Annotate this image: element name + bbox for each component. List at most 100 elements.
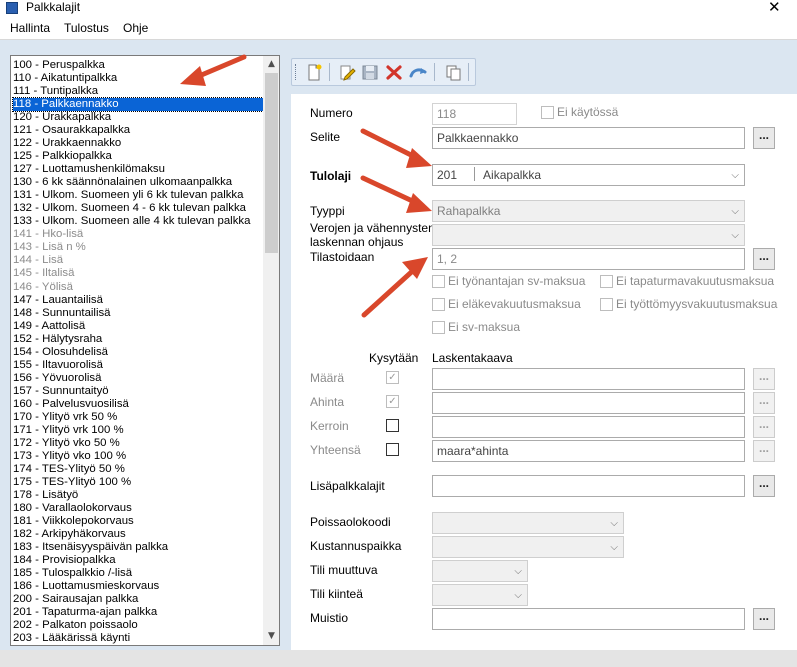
- list-item[interactable]: 201 - Tapaturma-ajan palkka: [13, 606, 263, 619]
- tyonantajan-sv-checkbox[interactable]: [432, 275, 445, 288]
- list-item[interactable]: 170 - Ylityö vrk 50 %: [13, 411, 263, 424]
- ahinta-ellipsis-button[interactable]: ...: [753, 392, 775, 414]
- maara-ellipsis-button[interactable]: ...: [753, 368, 775, 390]
- palkkalaji-list[interactable]: 100 - Peruspalkka 110 - Aikatuntipalkka 11…: [10, 55, 280, 646]
- new-document-icon[interactable]: [304, 63, 324, 82]
- sv-maksu-checkbox[interactable]: [432, 321, 445, 334]
- save-icon[interactable]: [360, 63, 380, 82]
- list-item[interactable]: 172 - Ylityö vko 50 %: [13, 437, 263, 450]
- list-item[interactable]: 130 - 6 kk säännönalainen ulkomaanpalkka: [13, 176, 263, 189]
- list-item[interactable]: 145 - Iltalisä: [13, 267, 263, 280]
- app-icon: [6, 2, 18, 14]
- poissaolokoodi-dropdown[interactable]: ⌵: [432, 512, 624, 534]
- ei-kaytossa-checkbox[interactable]: [541, 106, 554, 119]
- list-item[interactable]: 173 - Ylityö vko 100 %: [13, 450, 263, 463]
- verojen-label-line1: Verojen ja vähennysten: [310, 221, 435, 235]
- maara-asked-checkbox[interactable]: ✓: [386, 371, 399, 384]
- yhteensa-ellipsis-button[interactable]: ...: [753, 440, 775, 462]
- verojen-label-line2: laskennan ohjaus: [310, 235, 404, 249]
- list-item[interactable]: 100 - Peruspalkka: [13, 59, 263, 72]
- list-item[interactable]: 111 - Tuntipalkka: [13, 85, 263, 98]
- list-item[interactable]: 133 - Ulkom. Suomeen alle 4 kk tulevan p…: [13, 215, 263, 228]
- numero-field[interactable]: 118: [432, 103, 517, 125]
- list-item[interactable]: 149 - Aattolisä: [13, 320, 263, 333]
- tili-kiintea-dropdown[interactable]: ⌵: [432, 584, 528, 606]
- list-item[interactable]: 127 - Luottamushenkilömaksu: [13, 163, 263, 176]
- list-item[interactable]: 146 - Yölisä: [13, 281, 263, 294]
- list-item[interactable]: 125 - Palkkiopalkka: [13, 150, 263, 163]
- list-item[interactable]: 156 - Yövuorolisä: [13, 372, 263, 385]
- selite-ellipsis-button[interactable]: ...: [753, 127, 775, 149]
- list-item[interactable]: 154 - Olosuhdelisä: [13, 346, 263, 359]
- scrollbar-thumb[interactable]: [265, 73, 278, 253]
- list-item[interactable]: 183 - Itsenäisyyspäivän palkka: [13, 541, 263, 554]
- edit-icon[interactable]: [337, 63, 357, 82]
- list-item[interactable]: 147 - Lauantailisä: [13, 294, 263, 307]
- tyyppi-dropdown[interactable]: Rahapalkka ⌵: [432, 200, 745, 222]
- list-item[interactable]: 175 - TES-Ylityö 100 %: [13, 476, 263, 489]
- list-item[interactable]: 144 - Lisä: [13, 254, 263, 267]
- close-icon[interactable]: ✕: [768, 0, 781, 16]
- lisapalkkalajit-field[interactable]: [432, 475, 745, 497]
- menu-hallinta[interactable]: Hallinta: [10, 21, 50, 35]
- list-item[interactable]: 148 - Sunnuntailisä: [13, 307, 263, 320]
- copy-icon[interactable]: [443, 63, 463, 82]
- yhteensa-formula-field[interactable]: maara*ahinta: [432, 440, 745, 462]
- tili-muuttuva-dropdown[interactable]: ⌵: [432, 560, 528, 582]
- title-bar: Palkkalajit ✕: [0, 0, 797, 17]
- list-item[interactable]: 178 - Lisätyö: [13, 489, 263, 502]
- delete-icon[interactable]: [384, 63, 404, 82]
- list-item[interactable]: 152 - Hälytysraha: [13, 333, 263, 346]
- list-item[interactable]: 174 - TES-Ylityö 50 %: [13, 463, 263, 476]
- list-item[interactable]: 182 - Arkipyhäkorvaus: [13, 528, 263, 541]
- list-item[interactable]: 157 - Sunnuntaityö: [13, 385, 263, 398]
- list-item[interactable]: 186 - Luottamusmieskorvaus: [13, 580, 263, 593]
- yhteensa-asked-checkbox[interactable]: [386, 443, 399, 456]
- ahinta-asked-checkbox[interactable]: ✓: [386, 395, 399, 408]
- lisapalkkalajit-ellipsis-button[interactable]: ...: [753, 475, 775, 497]
- menu-ohje[interactable]: Ohje: [123, 21, 148, 35]
- list-item[interactable]: 122 - Urakkaennakko: [13, 137, 263, 150]
- tilastoidaan-ellipsis-button[interactable]: ...: [753, 248, 775, 270]
- muistio-ellipsis-button[interactable]: ...: [753, 608, 775, 630]
- chevron-down-icon: ⌵: [731, 230, 739, 241]
- list-item[interactable]: 160 - Palvelusvuosilisä: [13, 398, 263, 411]
- list-item[interactable]: 171 - Ylityö vrk 100 %: [13, 424, 263, 437]
- list-item[interactable]: 121 - Osaurakkapalkka: [13, 124, 263, 137]
- list-item[interactable]: 143 - Lisä n %: [13, 241, 263, 254]
- list-item[interactable]: 200 - Sairausajan palkka: [13, 593, 263, 606]
- ahinta-formula-field[interactable]: [432, 392, 745, 414]
- list-item[interactable]: 181 - Viikkolepokorvaus: [13, 515, 263, 528]
- list-item[interactable]: 120 - Urakkapalkka: [13, 111, 263, 124]
- maara-formula-field[interactable]: [432, 368, 745, 390]
- muistio-field[interactable]: [432, 608, 745, 630]
- list-item[interactable]: 180 - Varallaolokorvaus: [13, 502, 263, 515]
- tyottomyys-checkbox[interactable]: [600, 298, 613, 311]
- list-item[interactable]: 184 - Provisiopalkka: [13, 554, 263, 567]
- verojen-dropdown[interactable]: ⌵: [432, 224, 745, 246]
- list-scrollbar[interactable]: ▲ ▼: [263, 56, 279, 645]
- kustannuspaikka-dropdown[interactable]: ⌵: [432, 536, 624, 558]
- elake-checkbox[interactable]: [432, 298, 445, 311]
- list-item[interactable]: 141 - Hko-lisä: [13, 228, 263, 241]
- scroll-down-icon[interactable]: ▼: [263, 628, 279, 645]
- kerroin-formula-field[interactable]: [432, 416, 745, 438]
- list-item[interactable]: 155 - Iltavuorolisä: [13, 359, 263, 372]
- selite-field[interactable]: Palkkaennakko: [432, 127, 745, 149]
- kerroin-asked-checkbox[interactable]: [386, 419, 399, 432]
- menu-tulostus[interactable]: Tulostus: [64, 21, 109, 35]
- scroll-up-icon[interactable]: ▲: [263, 56, 279, 73]
- tapaturma-checkbox[interactable]: [600, 275, 613, 288]
- list-item[interactable]: 118 - Palkkaennakko: [12, 97, 264, 113]
- list-item[interactable]: 202 - Palkaton poissaolo: [13, 619, 263, 632]
- toolbar: [291, 58, 476, 86]
- list-item[interactable]: 185 - Tulospalkkio /-lisä: [13, 567, 263, 580]
- list-item[interactable]: 110 - Aikatuntipalkka: [13, 72, 263, 85]
- tilastoidaan-field[interactable]: 1, 2: [432, 248, 745, 270]
- undo-icon[interactable]: [408, 63, 428, 82]
- kerroin-ellipsis-button[interactable]: ...: [753, 416, 775, 438]
- tulolaji-dropdown[interactable]: 201 Aikapalkka ⌵: [432, 164, 745, 186]
- list-item[interactable]: 203 - Lääkärissä käynti: [13, 632, 263, 645]
- list-item[interactable]: 131 - Ulkom. Suomeen yli 6 kk tulevan pa…: [13, 189, 263, 202]
- list-item[interactable]: 132 - Ulkom. Suomeen 4 - 6 kk tulevan pa…: [13, 202, 263, 215]
